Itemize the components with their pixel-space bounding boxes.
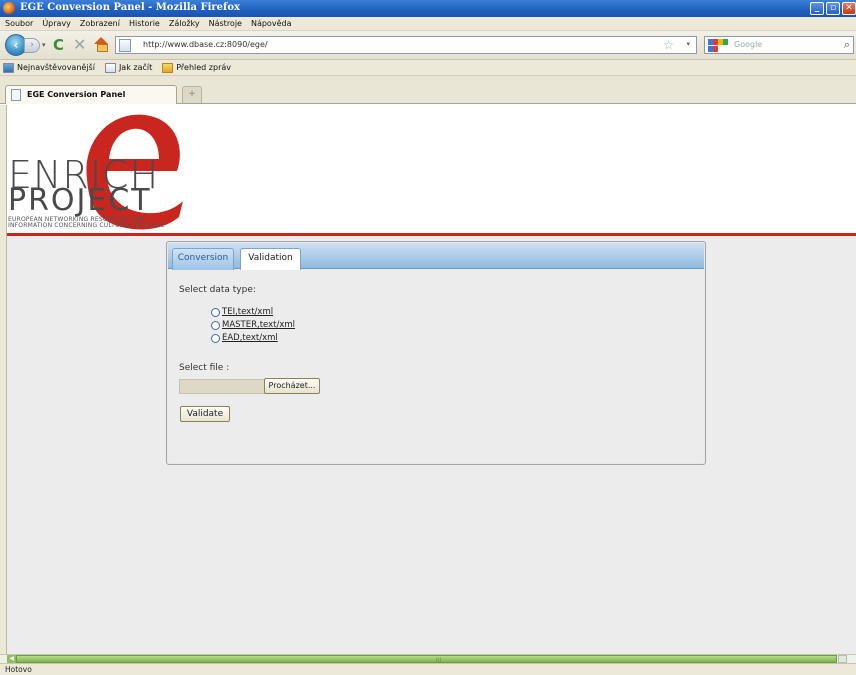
radio-label[interactable]: MASTER,text/xml bbox=[222, 320, 295, 330]
window-titlebar: EGE Conversion Panel - Mozilla Firefox _… bbox=[0, 0, 856, 17]
forward-button[interactable]: › bbox=[24, 38, 40, 53]
history-dropdown-icon[interactable]: ▾ bbox=[42, 41, 46, 49]
menu-upravy[interactable]: Úpravy bbox=[42, 19, 71, 28]
validate-button[interactable]: Validate bbox=[180, 406, 230, 422]
window-left-border bbox=[0, 105, 7, 654]
menu-historie[interactable]: Historie bbox=[129, 19, 160, 28]
validation-form: Select data type: TEI,text/xml MASTER,te… bbox=[168, 270, 704, 463]
address-bar[interactable]: http://www.dbase.cz:8090/ege/ ☆ ▾ bbox=[115, 36, 697, 54]
google-icon[interactable] bbox=[708, 39, 728, 52]
menu-bar: Soubor Úpravy Zobrazení Historie Záložky… bbox=[0, 17, 856, 31]
firefox-icon bbox=[3, 2, 15, 14]
bookmark-most-visited[interactable]: Nejnavštěvovanější bbox=[3, 62, 95, 73]
navigation-toolbar: ‹ › ▾ C ✕ http://www.dbase.cz:8090/ege/ … bbox=[0, 31, 856, 60]
horizontal-scrollbar[interactable]: ◀ ||| bbox=[0, 654, 856, 663]
window-title: EGE Conversion Panel - Mozilla Firefox bbox=[20, 2, 240, 13]
menu-zobrazeni[interactable]: Zobrazení bbox=[80, 19, 120, 28]
rss-folder-icon bbox=[162, 62, 174, 73]
tab-bar: EGE Conversion Panel + bbox=[0, 76, 856, 104]
scroll-left-arrow-icon[interactable]: ◀ bbox=[7, 655, 16, 663]
page-content: ENRICH PROJECT EUROPEAN NETWORKING RESOU… bbox=[7, 105, 856, 654]
scrollbar-thumb[interactable]: ||| bbox=[16, 655, 837, 663]
tab-conversion[interactable]: Conversion bbox=[172, 248, 234, 270]
menu-soubor[interactable]: Soubor bbox=[5, 19, 33, 28]
logo-project-text: PROJECT bbox=[8, 183, 152, 218]
radio-option-ead[interactable]: EAD,text/xml bbox=[211, 333, 278, 343]
menu-napoveda[interactable]: Nápověda bbox=[251, 19, 292, 28]
search-box[interactable]: Google ⌕ bbox=[704, 36, 854, 54]
site-header: ENRICH PROJECT EUROPEAN NETWORKING RESOU… bbox=[7, 105, 856, 236]
bookmark-getting-started[interactable]: Jak začít bbox=[104, 62, 153, 73]
browse-button[interactable]: Procházet... bbox=[264, 378, 320, 394]
menu-zalozky[interactable]: Záložky bbox=[169, 19, 200, 28]
minimize-button[interactable]: _ bbox=[810, 2, 824, 15]
maximize-button[interactable]: ▫ bbox=[826, 2, 840, 15]
file-path-input[interactable] bbox=[179, 379, 265, 394]
bookmark-star-icon[interactable]: ☆ bbox=[663, 38, 674, 52]
select-data-type-label: Select data type: bbox=[179, 285, 256, 295]
url-text: http://www.dbase.cz:8090/ege/ bbox=[143, 40, 268, 49]
search-placeholder: Google bbox=[734, 40, 763, 49]
conversion-panel: Conversion Validation Select data type: … bbox=[166, 241, 706, 465]
tab-ege-conversion-panel[interactable]: EGE Conversion Panel bbox=[5, 85, 177, 104]
bookmark-news[interactable]: Přehled zpráv bbox=[162, 62, 231, 73]
status-bar: Hotovo bbox=[0, 663, 856, 675]
radio-label[interactable]: EAD,text/xml bbox=[222, 333, 278, 343]
search-icon[interactable]: ⌕ bbox=[844, 38, 850, 52]
tab-label: EGE Conversion Panel bbox=[27, 90, 126, 99]
stop-icon[interactable]: ✕ bbox=[73, 35, 86, 54]
bookmark-label: Přehled zpráv bbox=[176, 63, 231, 72]
radio-option-master[interactable]: MASTER,text/xml bbox=[211, 320, 295, 330]
scroll-right-arrow-icon[interactable] bbox=[838, 655, 847, 663]
radio-button[interactable] bbox=[211, 320, 220, 330]
radio-button[interactable] bbox=[211, 307, 220, 317]
close-button[interactable]: ✕ bbox=[842, 2, 856, 15]
page-icon bbox=[119, 39, 131, 52]
bookmark-label: Nejnavštěvovanější bbox=[17, 63, 95, 72]
page-icon bbox=[11, 89, 21, 101]
status-text: Hotovo bbox=[5, 665, 32, 674]
radio-button[interactable] bbox=[211, 333, 220, 343]
home-icon[interactable] bbox=[94, 37, 109, 52]
menu-nastroje[interactable]: Nástroje bbox=[209, 19, 242, 28]
url-dropdown-icon[interactable]: ▾ bbox=[686, 40, 690, 48]
logo-subtitle-line2: INFORMATION CONCERNING CULTURAL HERITAGE bbox=[8, 222, 166, 229]
new-tab-button[interactable]: + bbox=[182, 86, 202, 103]
bookmarks-icon bbox=[3, 62, 14, 73]
radio-label[interactable]: TEI,text/xml bbox=[222, 307, 273, 317]
select-file-label: Select file : bbox=[179, 363, 230, 373]
panel-tab-strip: Conversion Validation bbox=[168, 243, 704, 271]
tab-validation[interactable]: Validation bbox=[240, 248, 301, 271]
reload-icon[interactable]: C bbox=[53, 36, 64, 54]
bookmark-label: Jak začít bbox=[118, 63, 153, 72]
radio-option-tei[interactable]: TEI,text/xml bbox=[211, 307, 273, 317]
page-icon bbox=[104, 62, 116, 73]
bookmarks-bar: Nejnavštěvovanější Jak začít Přehled zpr… bbox=[0, 60, 856, 76]
